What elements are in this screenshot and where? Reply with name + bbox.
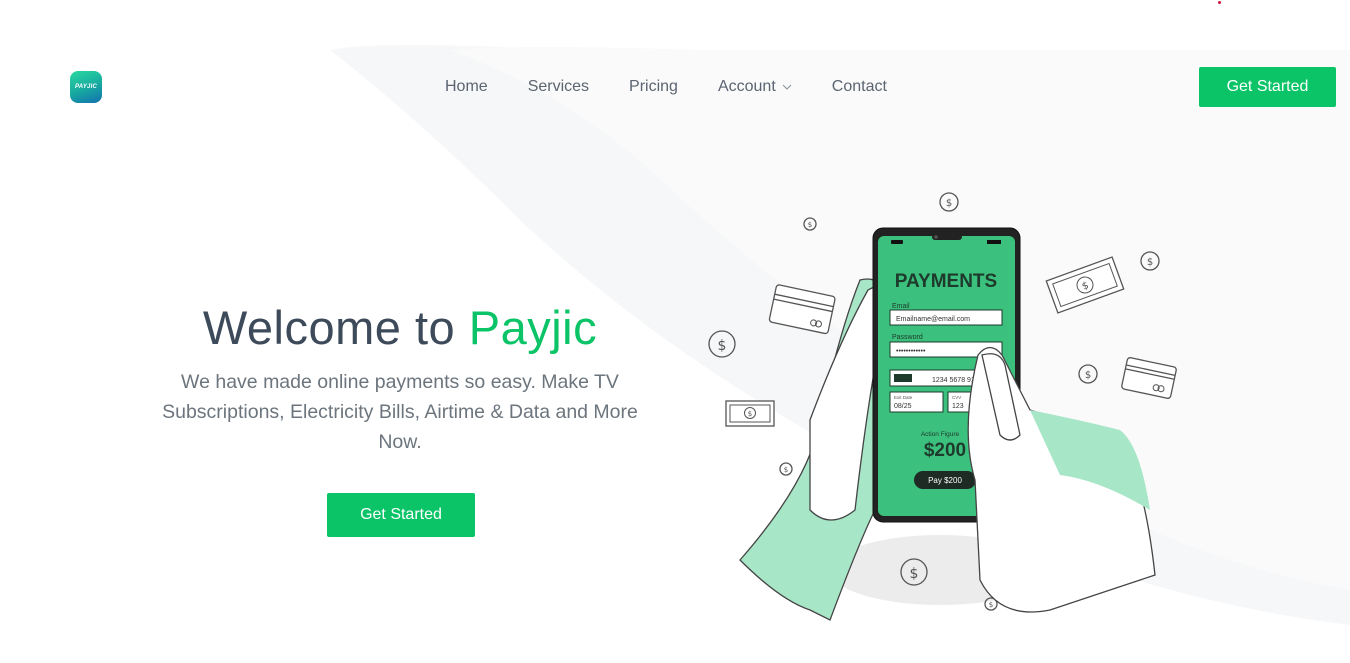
phone-pay-label: Pay $200 bbox=[928, 476, 962, 485]
payjic-logo[interactable]: PAYJIC bbox=[70, 71, 102, 103]
nav-pricing[interactable]: Pricing bbox=[629, 78, 678, 96]
svg-text:$: $ bbox=[989, 601, 993, 609]
nav-home[interactable]: Home bbox=[445, 78, 488, 96]
chevron-down-icon bbox=[782, 84, 792, 90]
hero-title-brand: Payjic bbox=[468, 301, 598, 354]
dollar-coin-icon: $ bbox=[1078, 364, 1098, 384]
phone-cvv-value: 123 bbox=[952, 403, 964, 410]
phone-exp-label: Exit Date bbox=[894, 395, 913, 400]
hero-get-started-button[interactable]: Get Started bbox=[327, 493, 475, 537]
svg-text:$: $ bbox=[1147, 257, 1153, 268]
main-nav: Home Services Pricing Account Contact bbox=[425, 64, 907, 110]
phone-password-field: •••••••••••• bbox=[896, 348, 926, 355]
phone-exp-value: 08/25 bbox=[894, 403, 912, 410]
card-chip-icon bbox=[894, 374, 912, 382]
hero-section: Welcome to Payjic We have made online pa… bbox=[130, 300, 670, 457]
svg-text:$: $ bbox=[718, 338, 727, 354]
hero-title: Welcome to Payjic bbox=[130, 300, 670, 355]
payment-illustration: $ $ $ $ $ $ $ $ $ $ PAYMENTS Email Email… bbox=[708, 192, 1177, 621]
dollar-coin-icon: $ bbox=[708, 330, 736, 358]
dollar-coin-icon: $ bbox=[1140, 251, 1160, 271]
svg-text:$: $ bbox=[946, 198, 952, 209]
svg-text:$: $ bbox=[1085, 370, 1091, 381]
logo-text: PAYJIC bbox=[75, 84, 97, 90]
banknote-icon: $ bbox=[725, 400, 775, 427]
dollar-coin-icon: $ bbox=[939, 192, 959, 212]
hero-title-prefix: Welcome to bbox=[202, 301, 456, 354]
credit-card-icon bbox=[768, 284, 836, 335]
nav-account[interactable]: Account bbox=[718, 78, 792, 96]
hero-subtitle: We have made online payments so easy. Ma… bbox=[162, 371, 638, 453]
phone-amount-value: $200 bbox=[924, 440, 966, 461]
svg-text:$: $ bbox=[748, 410, 752, 418]
banknote-icon: $ bbox=[1045, 256, 1125, 314]
phone-heading: PAYMENTS bbox=[895, 271, 997, 292]
phone-cvv-label: CVV bbox=[952, 395, 961, 400]
phone-email-label: Email bbox=[892, 303, 910, 310]
phone-amount-label: Action Figure bbox=[921, 431, 960, 438]
credit-card-icon bbox=[1121, 357, 1177, 399]
phone-email-field: Emailname@email.com bbox=[896, 316, 970, 323]
dollar-coin-icon: $ bbox=[803, 217, 817, 231]
nav-account-label: Account bbox=[717, 78, 776, 95]
svg-text:$: $ bbox=[808, 221, 812, 229]
nav-contact[interactable]: Contact bbox=[832, 78, 887, 96]
svg-text:$: $ bbox=[910, 566, 919, 582]
phone-password-label: Password bbox=[892, 334, 923, 341]
header-get-started-button[interactable]: Get Started bbox=[1199, 67, 1336, 107]
svg-text:$: $ bbox=[784, 466, 788, 474]
red-dot bbox=[1218, 1, 1221, 4]
nav-services[interactable]: Services bbox=[528, 78, 589, 96]
dollar-coin-icon: $ bbox=[779, 462, 793, 476]
site-header: PAYJIC Home Services Pricing Account Con… bbox=[0, 64, 1350, 110]
